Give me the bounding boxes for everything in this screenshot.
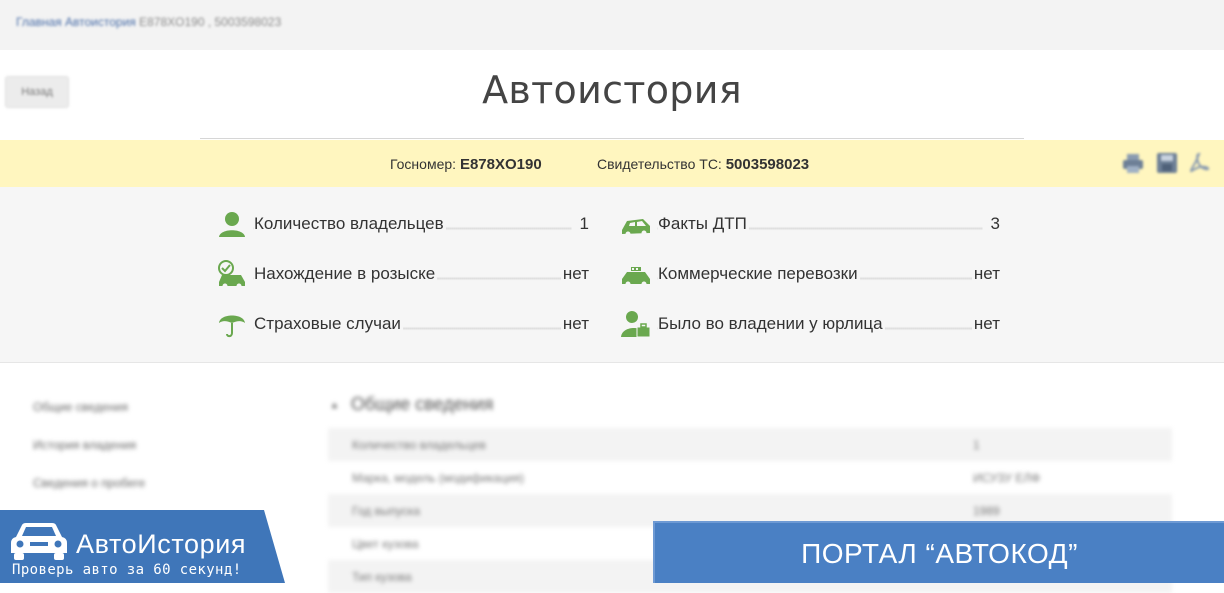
search-check-car-icon bbox=[218, 260, 245, 288]
row-key: Марка, модель (модификация) bbox=[352, 471, 525, 485]
side-nav: Общие сведения История владения Сведения… bbox=[33, 400, 145, 514]
certificate-label: Свидетельство ТС: bbox=[597, 156, 722, 172]
stat-value: нет bbox=[560, 264, 589, 284]
stat-label: Нахождение в розыске bbox=[254, 264, 438, 284]
breadcrumb-link[interactable]: Главная Автоистория bbox=[16, 15, 136, 29]
breadcrumb: Главная Автоистория E878XO190 , 50035980… bbox=[16, 15, 281, 29]
stat-wanted: Нахождение в розыске нет bbox=[217, 260, 589, 288]
portal-banner-text: ПОРТАЛ “АВТОКОД” bbox=[801, 538, 1078, 569]
row-value: 1989 bbox=[973, 504, 1000, 518]
taxi-icon bbox=[622, 267, 650, 287]
stat-owners: Количество владельцев 1 bbox=[217, 210, 589, 238]
stat-commercial: Коммерческие перевозки нет bbox=[621, 260, 1000, 288]
stat-value: нет bbox=[971, 314, 1000, 334]
pdf-icon[interactable] bbox=[1188, 152, 1210, 174]
stat-value: 3 bbox=[988, 214, 1000, 234]
side-nav-item[interactable]: Общие сведения bbox=[33, 400, 145, 438]
print-icon[interactable] bbox=[1122, 152, 1144, 174]
brand-tagline: Проверь авто за 60 секунд! bbox=[12, 562, 242, 578]
crash-car-icon bbox=[622, 219, 650, 237]
umbrella-icon bbox=[219, 315, 245, 338]
stat-label: Страховые случаи bbox=[254, 314, 403, 334]
stat-value: нет bbox=[971, 264, 1000, 284]
plate-field: Госномер: E878XO190 bbox=[390, 156, 542, 173]
row-value: ИСУЗУ ЕЛФ bbox=[973, 471, 1041, 485]
stat-label: Количество владельцев bbox=[254, 214, 446, 234]
stat-label: Факты ДТП bbox=[658, 214, 749, 234]
summary-panel: Количество владельцев 1 Нахождение в роз… bbox=[0, 187, 1224, 362]
summary-divider bbox=[0, 362, 1224, 363]
stat-label: Было во владении у юрлица bbox=[658, 314, 885, 334]
side-nav-item[interactable]: История владения bbox=[33, 438, 145, 476]
row-key: Тип кузова bbox=[352, 570, 412, 584]
row-value: 1 bbox=[973, 438, 980, 452]
row-key: Год выпуска bbox=[352, 504, 420, 518]
stat-legal-entity: Было во владении у юрлица нет bbox=[621, 310, 1000, 338]
brand-name: АвтоИстория bbox=[76, 529, 247, 559]
row-key: Количество владельцев bbox=[352, 438, 486, 452]
page-title: Автоистория bbox=[482, 68, 742, 112]
identity-bar: Госномер: E878XO190 Свидетельство ТС: 50… bbox=[0, 140, 1224, 187]
table-row: Количество владельцев 1 bbox=[328, 428, 1172, 461]
table-row: Марка, модель (модификация) ИСУЗУ ЕЛФ bbox=[328, 461, 1172, 494]
certificate-value: 5003598023 bbox=[725, 156, 810, 173]
stat-value: нет bbox=[560, 314, 589, 334]
car-logo-icon bbox=[11, 523, 67, 560]
stat-label: Коммерческие перевозки bbox=[658, 264, 860, 284]
breadcrumb-current: E878XO190 , 5003598023 bbox=[135, 15, 282, 29]
plate-label: Госномер: bbox=[390, 156, 457, 172]
owner-icon bbox=[219, 212, 245, 237]
collapse-triangle-icon: ▲ bbox=[330, 400, 339, 411]
section-title: Общие сведения bbox=[350, 394, 494, 414]
business-owner-icon bbox=[621, 311, 651, 338]
certificate-field: Свидетельство ТС: 5003598023 bbox=[597, 156, 809, 173]
stat-value: 1 bbox=[577, 214, 589, 234]
stat-insurance: Страховые случаи нет bbox=[217, 310, 589, 338]
save-icon[interactable] bbox=[1156, 152, 1178, 174]
brand-banner: АвтоИстория Проверь авто за 60 секунд! bbox=[0, 508, 290, 583]
title-divider bbox=[200, 138, 1024, 139]
section-header[interactable]: ▲ Общие сведения bbox=[330, 394, 493, 415]
portal-banner: ПОРТАЛ “АВТОКОД” bbox=[653, 521, 1224, 583]
stat-accidents: Факты ДТП 3 bbox=[621, 210, 1000, 238]
top-bar: Главная Автоистория E878XO190 , 50035980… bbox=[0, 0, 1224, 50]
row-key: Цвет кузова bbox=[352, 537, 419, 551]
plate-value: E878XO190 bbox=[459, 156, 542, 173]
